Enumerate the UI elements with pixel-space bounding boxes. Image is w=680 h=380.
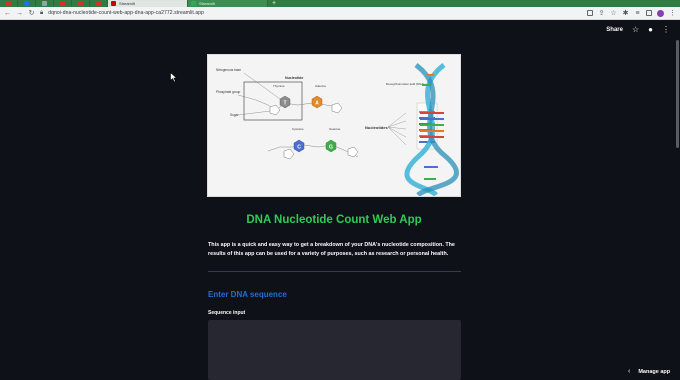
- pointer-line: [237, 94, 257, 101]
- dna-diagram-image: Nitrogenous base Nucleotide Phosphate gr…: [207, 54, 461, 197]
- divider: [208, 271, 461, 272]
- base-t-letter: T: [283, 101, 286, 107]
- browser-tab[interactable]: [90, 0, 108, 7]
- backbone-bottom: [267, 144, 359, 158]
- base-a-letter: A: [315, 101, 319, 107]
- pointer-line: [237, 110, 271, 116]
- streamlit-favicon: [111, 1, 116, 6]
- streamlit-favicon: [191, 1, 196, 6]
- browser-tab[interactable]: [54, 0, 72, 7]
- profile-avatar[interactable]: [657, 9, 664, 17]
- browser-tab-strip: Streamlit Streamlit +: [0, 0, 680, 7]
- sequence-input-label: Sequence input: [208, 310, 246, 316]
- manage-app-label: Manage app: [638, 368, 671, 375]
- mouse-pointer-icon: [170, 72, 178, 83]
- browser-tab-active[interactable]: Streamlit: [108, 0, 188, 7]
- pointer-line: [387, 112, 407, 128]
- chevron-left-icon: ‹: [628, 368, 631, 375]
- pointer-line: [387, 126, 407, 130]
- browser-toolbar: ← → ↻ 🔒︎ dqnoi-dna-nucleotide-count-web-…: [0, 7, 680, 20]
- pointer-line: [387, 126, 407, 146]
- back-arrow-icon[interactable]: ←: [4, 7, 11, 20]
- share-page-icon[interactable]: ⇪: [598, 7, 605, 20]
- address-bar[interactable]: dqnoi-dna-nucleotide-count-web-app-dna-a…: [48, 10, 582, 16]
- browser-tab[interactable]: [36, 0, 54, 7]
- page-title: DNA Nucleotide Count Web App: [246, 214, 422, 226]
- sequence-input[interactable]: [208, 320, 461, 380]
- tab-favicon: [96, 1, 101, 6]
- base-c-letter: C: [297, 145, 301, 151]
- tab-favicon: [42, 1, 47, 6]
- main-menu-icon[interactable]: ⋮: [662, 25, 670, 35]
- sugar-pentagon: [331, 102, 343, 114]
- section-subheader: Enter DNA sequence: [208, 290, 287, 299]
- sugar-pentagon: [283, 148, 295, 160]
- reload-icon[interactable]: ↻: [28, 7, 35, 20]
- label-adenine: Adenine: [315, 84, 326, 88]
- tab-favicon: [6, 1, 11, 6]
- label-phosphate-group: Phosphate group: [216, 90, 241, 94]
- tab-title: Streamlit: [119, 1, 135, 6]
- manage-app-button[interactable]: ‹ Manage app: [628, 368, 670, 375]
- share-button[interactable]: Share: [606, 27, 623, 33]
- pointer-line: [387, 120, 407, 128]
- label-guanine: Guanine: [329, 127, 341, 131]
- lock-icon[interactable]: 🔒︎: [40, 10, 43, 17]
- tab-favicon: [24, 1, 29, 6]
- browser-tab[interactable]: Streamlit: [188, 0, 268, 7]
- label-thymine: Thymine: [273, 84, 285, 88]
- sugar-pentagon: [269, 104, 281, 116]
- label-nitrogenous-base: Nitrogenous base: [216, 68, 241, 72]
- pointer-line: [387, 126, 407, 138]
- streamlit-header: Share ☆ ● ⋮: [0, 21, 680, 39]
- label-cytosine: Cytosine: [292, 127, 304, 131]
- dna-diagram-svg: Nitrogenous base Nucleotide Phosphate gr…: [216, 63, 459, 196]
- app-description: This app is a quick and easy way to get …: [208, 242, 455, 257]
- side-panel-icon[interactable]: [646, 10, 652, 16]
- sugar-pentagon: [347, 146, 359, 158]
- label-nucleotide: Nucleotide: [285, 76, 303, 80]
- reading-list-icon[interactable]: ≡: [634, 7, 641, 20]
- star-icon[interactable]: ☆: [632, 25, 639, 35]
- github-icon[interactable]: ●: [648, 25, 653, 35]
- install-app-icon[interactable]: [587, 10, 593, 16]
- tab-title: Streamlit: [199, 1, 215, 6]
- new-tab-button[interactable]: +: [272, 0, 276, 7]
- extensions-puzzle-icon[interactable]: ✱: [622, 7, 629, 20]
- page-scrollbar[interactable]: [676, 40, 679, 148]
- tab-favicon: [78, 1, 83, 6]
- browser-menu-icon[interactable]: ⋮: [669, 7, 676, 20]
- backbone-top: [255, 99, 339, 112]
- label-nucleotides: Nucleotides: [365, 125, 388, 130]
- base-g-letter: G: [329, 145, 333, 151]
- label-dna: Deoxyribonucleic acid (DNA): [386, 82, 424, 86]
- forward-arrow-icon[interactable]: →: [16, 7, 23, 20]
- browser-tab[interactable]: [72, 0, 90, 7]
- bookmark-star-icon[interactable]: ☆: [610, 7, 617, 20]
- tab-favicon: [60, 1, 65, 6]
